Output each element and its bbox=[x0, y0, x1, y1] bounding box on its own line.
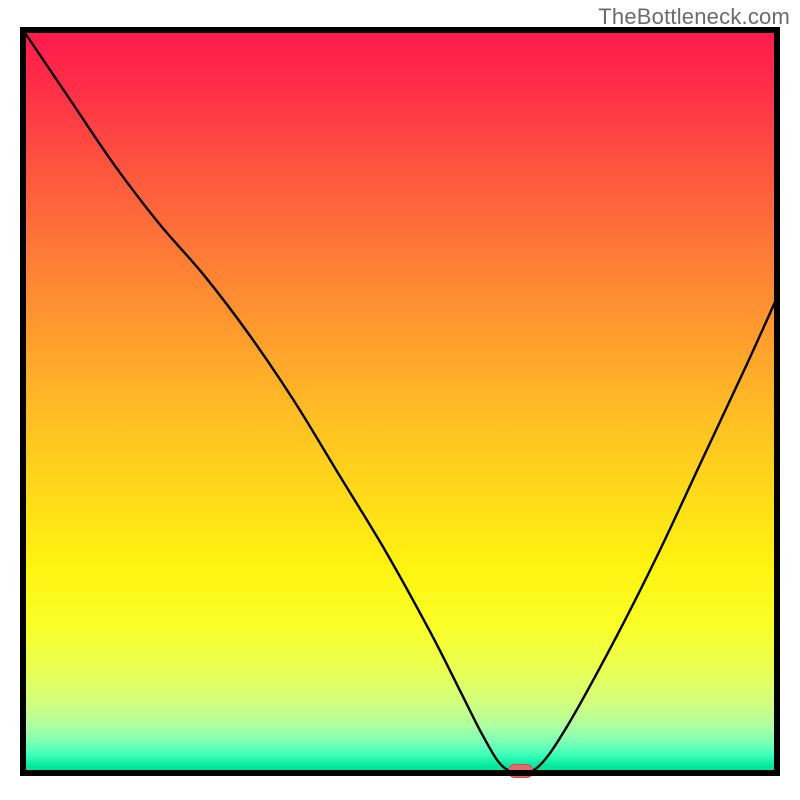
chart-container: TheBottleneck.com bbox=[0, 0, 800, 800]
bottleneck-curve-plot bbox=[0, 0, 800, 800]
plot-background bbox=[23, 30, 777, 773]
